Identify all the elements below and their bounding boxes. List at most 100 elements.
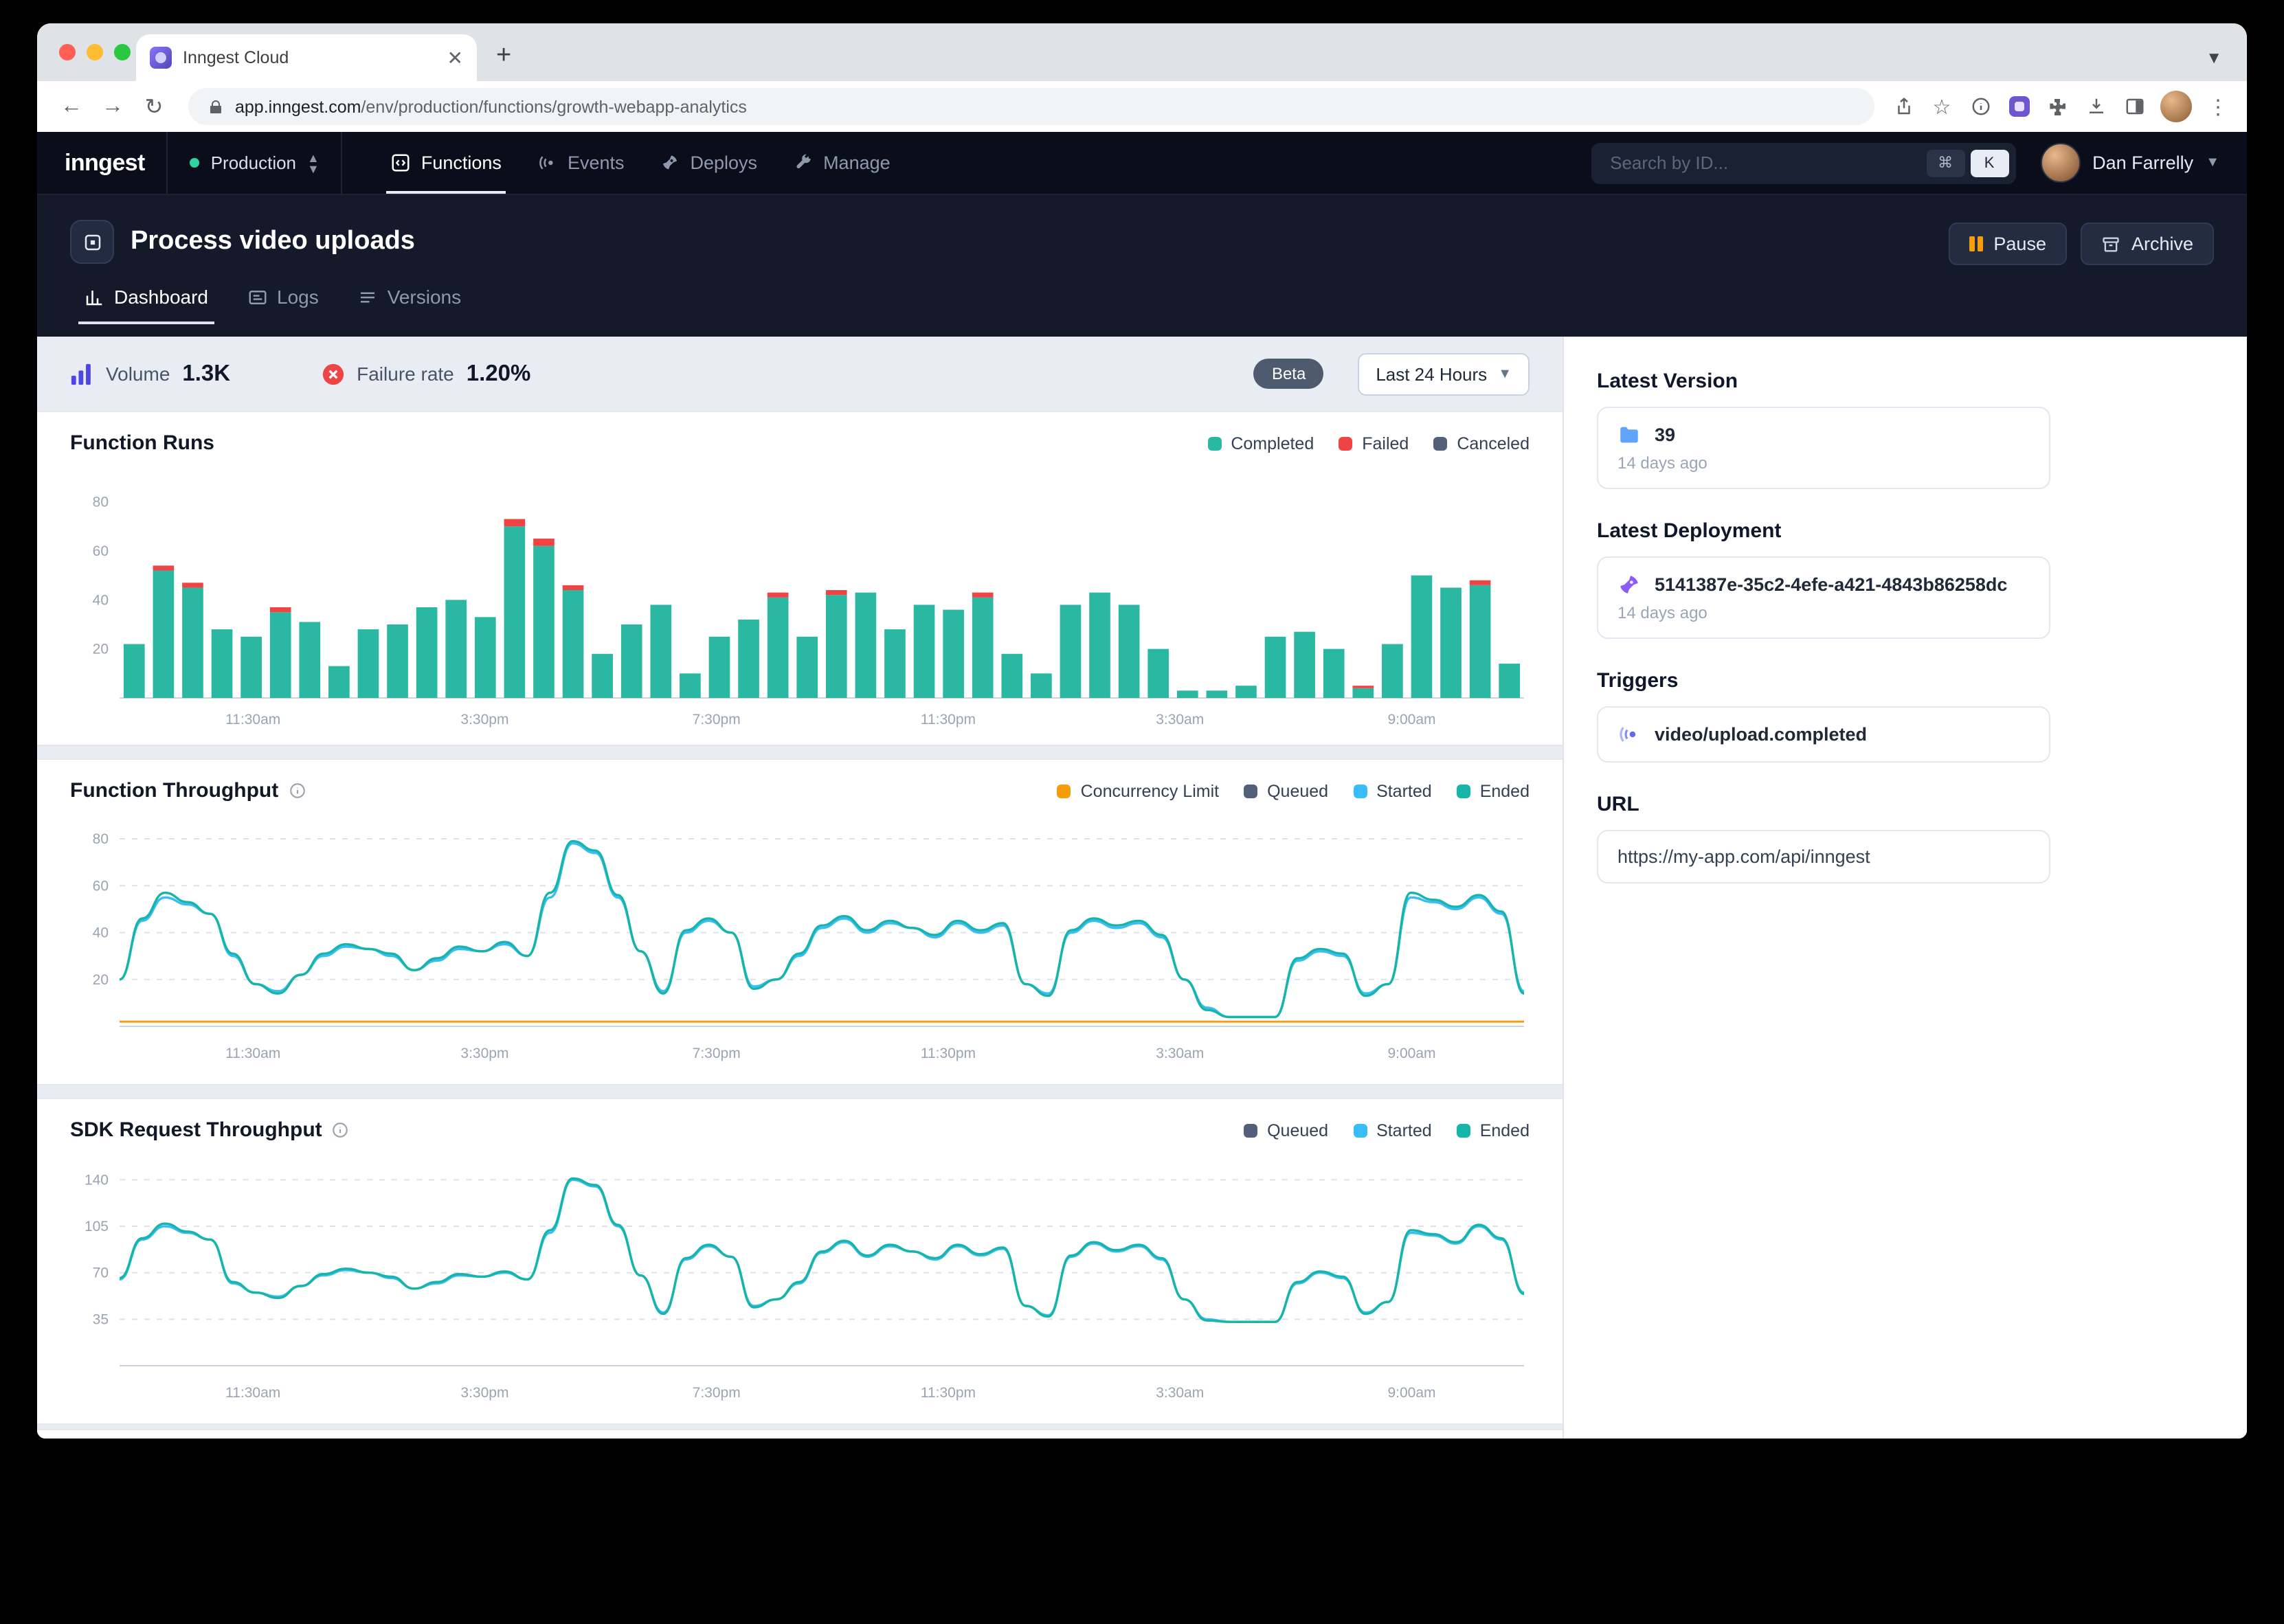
tab-versions[interactable]: Versions xyxy=(344,286,475,324)
tab-title: Inngest Cloud xyxy=(183,48,436,67)
function-throughput-card: Function Throughput Concurrency Limit Qu… xyxy=(37,758,1563,1085)
legend-item: Canceled xyxy=(1433,433,1530,453)
environment-name: Production xyxy=(211,153,296,173)
legend-item: Queued xyxy=(1244,1120,1328,1140)
svg-text:9:00am: 9:00am xyxy=(1387,712,1435,728)
bookmark-star-icon[interactable]: ☆ xyxy=(1929,94,1954,119)
legend-label: Completed xyxy=(1231,433,1314,453)
svg-text:20: 20 xyxy=(93,972,109,988)
sdk-throughput-chart: 357010514011:30am3:30pm7:30pm11:30pm3:30… xyxy=(70,1153,1530,1407)
function-throughput-chart: 2040608011:30am3:30pm7:30pm11:30pm3:30am… xyxy=(70,813,1530,1068)
legend-label: Canceled xyxy=(1457,433,1530,453)
archive-label: Archive xyxy=(2131,234,2193,254)
address-bar[interactable]: app.inngest.com/env/production/functions… xyxy=(188,88,1874,125)
environment-selector[interactable]: Production ▲▼ xyxy=(190,152,320,174)
logs-icon xyxy=(247,286,267,307)
url-card[interactable]: https://my-app.com/api/inngest xyxy=(1597,830,2050,883)
legend-swatch xyxy=(1339,436,1352,450)
reload-button[interactable]: ↻ xyxy=(136,89,172,124)
svg-text:11:30am: 11:30am xyxy=(225,712,280,728)
url-text: app.inngest.com/env/production/functions… xyxy=(235,94,747,119)
zoom-window-button[interactable] xyxy=(114,44,131,60)
trigger-event-name: video/upload.completed xyxy=(1655,724,1867,745)
info-icon[interactable] xyxy=(288,782,306,800)
page-title: Process video uploads xyxy=(131,227,415,257)
user-menu[interactable]: Dan Farrelly ▼ xyxy=(2040,143,2219,183)
event-trigger-icon xyxy=(1617,723,1641,746)
cmd-keycap: ⌘ xyxy=(1926,149,1964,177)
dashboard-content: Volume 1.3K Failure rate 1.20% Beta Last… xyxy=(37,337,1563,1439)
legend-label: Ended xyxy=(1480,1120,1530,1140)
sdk-throughput-legend: Queued Started Ended xyxy=(1244,1120,1530,1140)
new-tab-button[interactable]: + xyxy=(496,41,511,71)
nav-item-label: Functions xyxy=(421,153,502,173)
share-icon[interactable] xyxy=(1891,94,1916,119)
latest-deployment-card[interactable]: 5141387e-35c2-4efe-a421-4843b86258dc 14 … xyxy=(1597,556,2050,639)
svg-text:3:30am: 3:30am xyxy=(1156,1385,1204,1401)
triggers-heading: Triggers xyxy=(1597,669,2214,692)
svg-text:3:30pm: 3:30pm xyxy=(460,712,508,728)
nav-items: Functions Events Deploys Manage xyxy=(373,132,908,194)
svg-text:60: 60 xyxy=(93,543,109,559)
close-window-button[interactable] xyxy=(59,44,76,60)
svg-text:40: 40 xyxy=(93,925,109,941)
page-tabs: Dashboard Logs Versions xyxy=(70,286,2214,324)
extension-purple-icon[interactable] xyxy=(2006,94,2031,119)
failure-label: Failure rate xyxy=(357,363,454,385)
tab-close-icon[interactable]: ✕ xyxy=(447,48,463,67)
url-path: /env/production/functions/growth-webapp-… xyxy=(361,97,746,116)
svg-text:140: 140 xyxy=(85,1172,109,1188)
tab-label: Dashboard xyxy=(114,286,208,308)
latest-version-value: 39 xyxy=(1655,425,1675,445)
browser-tab[interactable]: Inngest Cloud ✕ xyxy=(136,34,477,81)
browser-tab-strip: Inngest Cloud ✕ + ▼ xyxy=(37,23,2247,81)
back-button[interactable]: ← xyxy=(54,89,89,124)
svg-text:7:30pm: 7:30pm xyxy=(693,1385,741,1401)
function-throughput-legend: Concurrency Limit Queued Started Ended xyxy=(1057,781,1530,800)
svg-text:9:00am: 9:00am xyxy=(1387,1046,1435,1061)
browser-profile-avatar[interactable] xyxy=(2160,91,2192,122)
legend-swatch xyxy=(1244,1123,1257,1137)
tab-list-chevron-icon[interactable]: ▼ xyxy=(2206,48,2222,67)
info-circle-icon[interactable] xyxy=(1968,94,1993,119)
versions-icon xyxy=(357,286,378,307)
puzzle-extensions-icon[interactable] xyxy=(2045,94,2070,119)
details-sidebar: Latest Version 39 14 days ago Latest Dep… xyxy=(1563,337,2247,1439)
latest-version-card[interactable]: 39 14 days ago xyxy=(1597,407,2050,489)
legend-swatch xyxy=(1433,436,1447,450)
nav-item-manage[interactable]: Manage xyxy=(775,132,908,194)
pause-label: Pause xyxy=(1993,234,2046,254)
info-icon[interactable] xyxy=(332,1121,350,1139)
download-icon[interactable] xyxy=(2083,94,2108,119)
search-box[interactable]: ⌘ K xyxy=(1591,142,2015,183)
trigger-card[interactable]: video/upload.completed xyxy=(1597,706,2050,763)
forward-button[interactable]: → xyxy=(95,89,131,124)
tab-logs[interactable]: Logs xyxy=(233,286,333,324)
function-runs-title: Function Runs xyxy=(70,431,214,455)
archive-button[interactable]: Archive xyxy=(2081,223,2214,265)
user-name: Dan Farrelly xyxy=(2092,153,2193,173)
nav-item-functions[interactable]: Functions xyxy=(373,132,519,194)
tab-dashboard[interactable]: Dashboard xyxy=(70,286,222,324)
legend-label: Concurrency Limit xyxy=(1081,781,1219,800)
function-runs-card: Function Runs Completed Failed Canceled … xyxy=(37,411,1563,746)
svg-text:60: 60 xyxy=(93,878,109,894)
sdk-throughput-card: SDK Request Throughput Queued Started En… xyxy=(37,1098,1563,1425)
failure-value: 1.20% xyxy=(467,361,531,387)
inngest-favicon-icon xyxy=(150,47,172,69)
pause-icon xyxy=(1969,236,1982,251)
nav-item-events[interactable]: Events xyxy=(519,132,642,194)
dashboard-icon xyxy=(84,286,104,307)
beta-badge: Beta xyxy=(1254,359,1323,389)
legend-swatch xyxy=(1207,436,1221,450)
time-range-dropdown[interactable]: Last 24 Hours ▼ xyxy=(1358,352,1530,395)
function-type-icon xyxy=(70,220,114,264)
kebab-menu-icon[interactable]: ⋮ xyxy=(2206,94,2230,119)
pause-button[interactable]: Pause xyxy=(1949,223,2067,265)
inngest-logo[interactable]: inngest xyxy=(65,149,145,177)
side-panel-icon[interactable] xyxy=(2122,94,2147,119)
nav-item-deploys[interactable]: Deploys xyxy=(642,132,776,194)
search-input[interactable] xyxy=(1607,151,1921,174)
rocket-icon xyxy=(1617,573,1641,596)
minimize-window-button[interactable] xyxy=(87,44,103,60)
